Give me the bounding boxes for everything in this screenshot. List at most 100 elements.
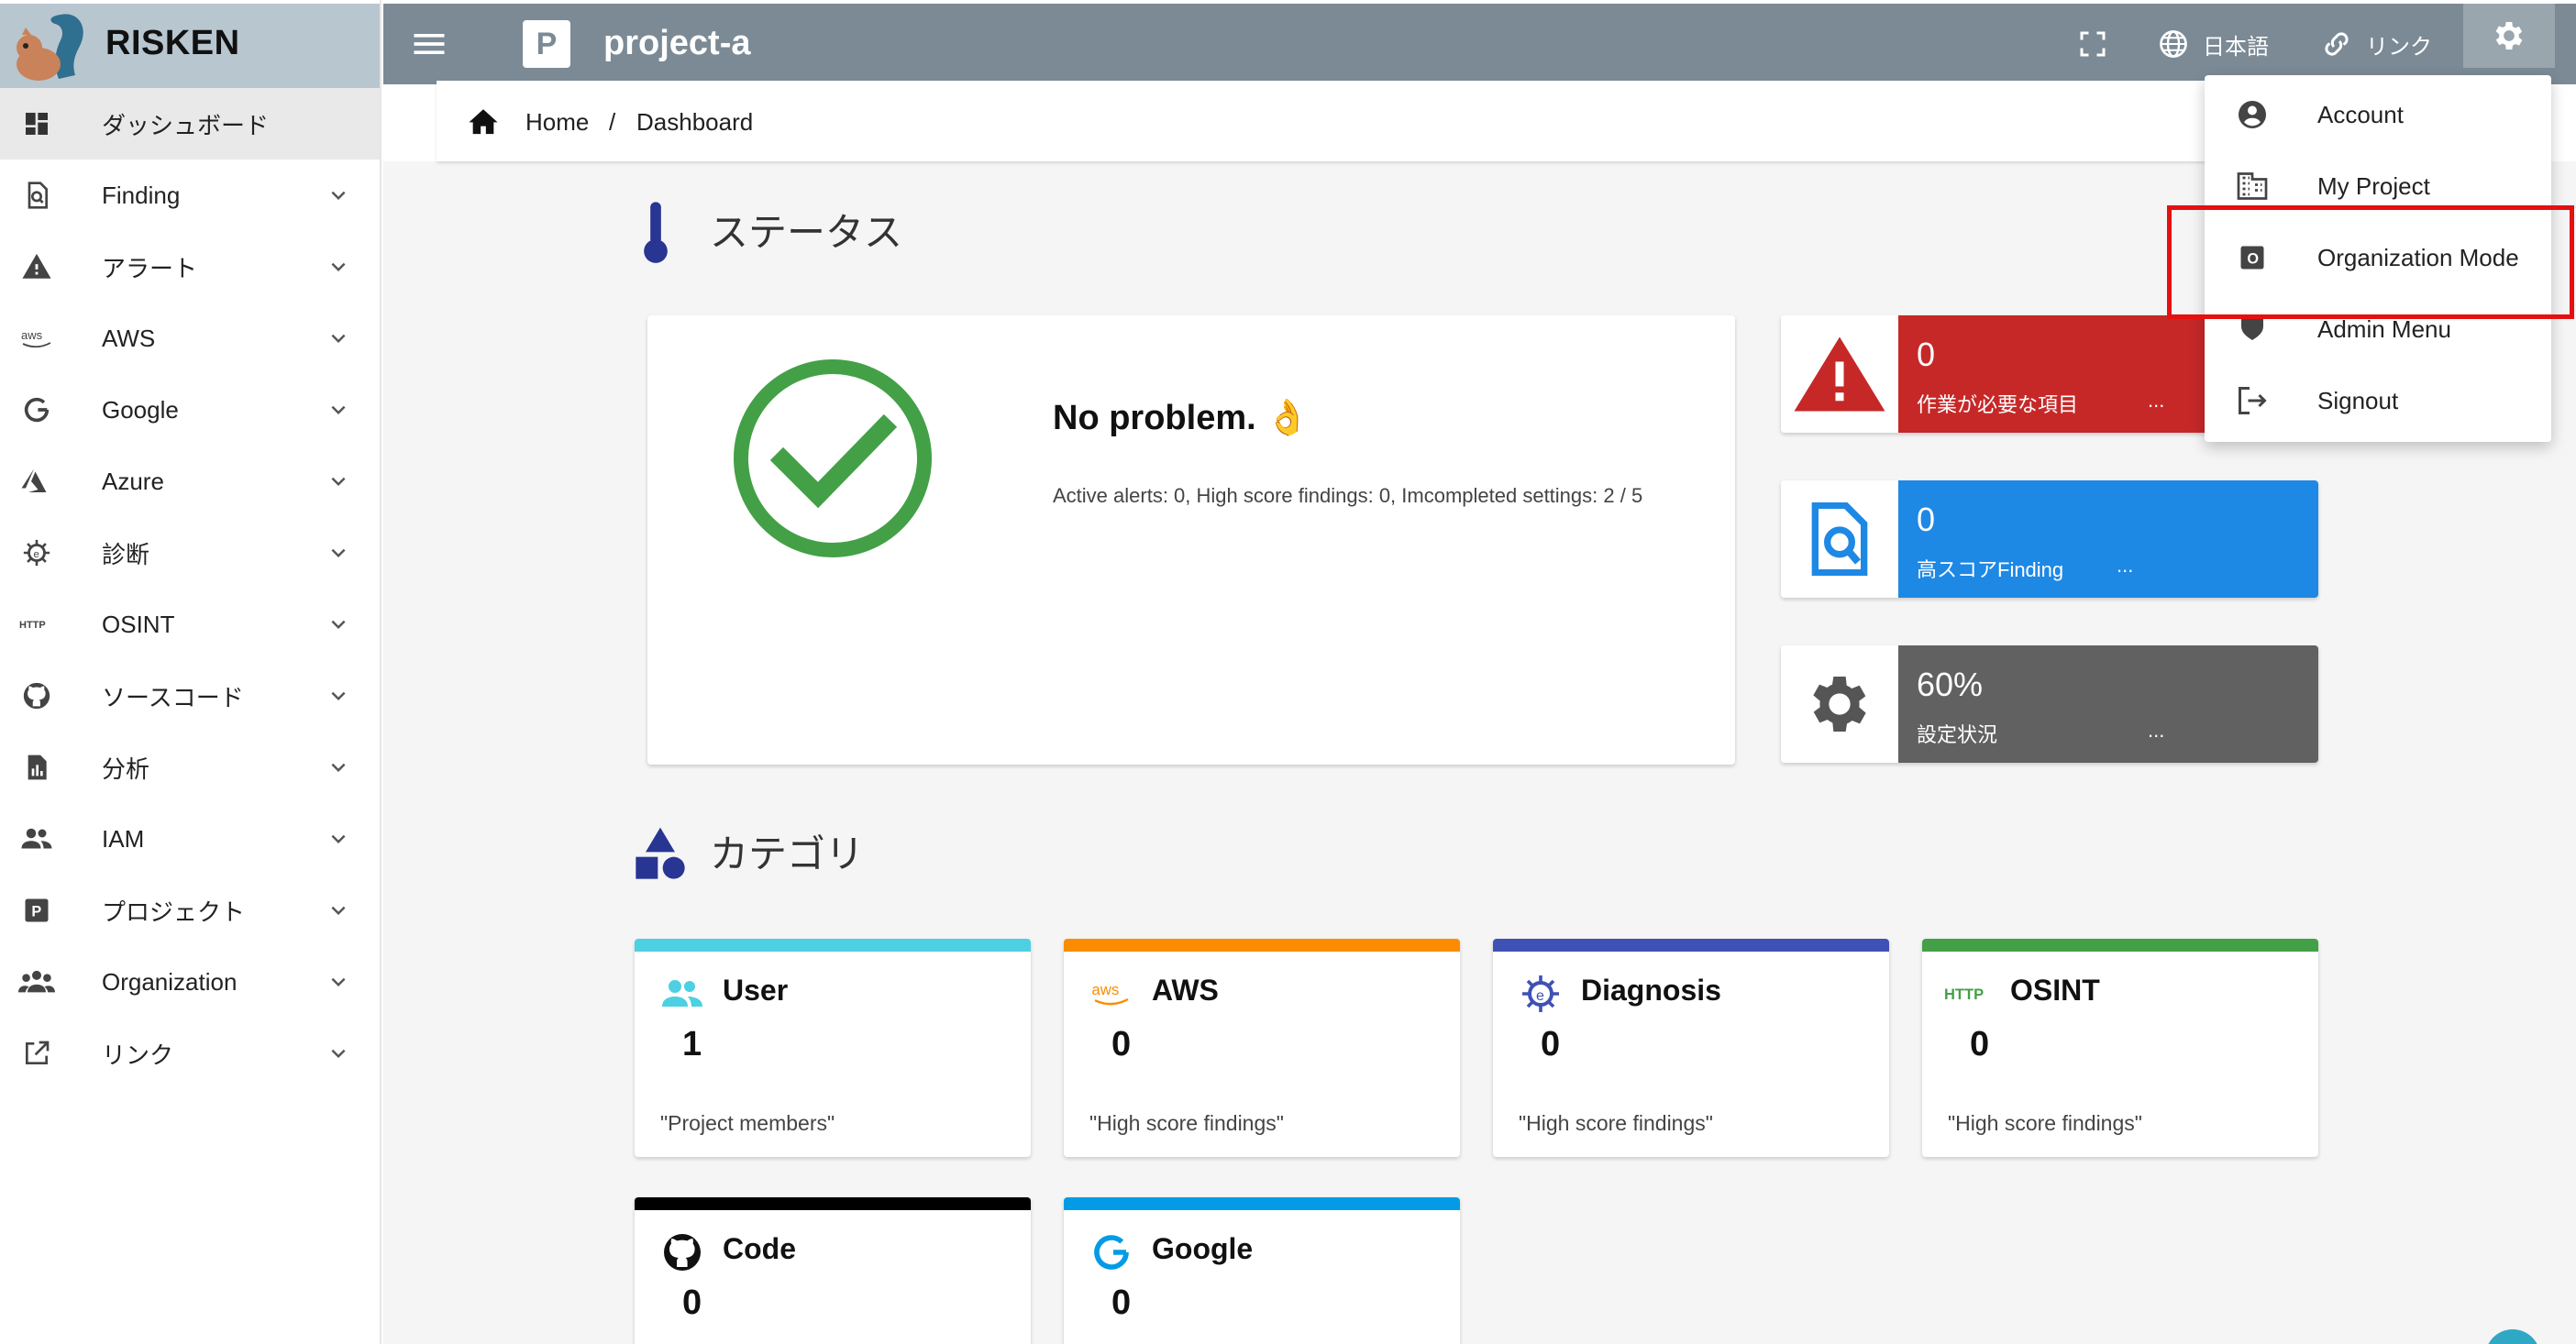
- sidebar-item-aws[interactable]: aws AWS: [0, 303, 380, 374]
- sidebar-item-diagnosis[interactable]: e 診断: [0, 517, 380, 589]
- chevron-down-icon: [331, 977, 346, 986]
- analysis-icon: [18, 749, 55, 786]
- sidebar-item-organization[interactable]: Organization: [0, 946, 380, 1018]
- svg-text:e: e: [1536, 988, 1544, 1004]
- svg-text:P: P: [31, 903, 41, 920]
- chevron-down-icon: [331, 477, 346, 486]
- category-description: "High score findings": [1519, 1111, 1713, 1135]
- sidebar-item-project[interactable]: P プロジェクト: [0, 875, 380, 946]
- category-card-diagnosis[interactable]: e Diagnosis 0 "High score findings": [1493, 939, 1889, 1157]
- google-icon: [1089, 1230, 1133, 1274]
- category-card-google[interactable]: Google 0: [1064, 1197, 1460, 1344]
- warning-triangle-icon: [1781, 315, 1898, 433]
- sidebar-item-google[interactable]: Google: [0, 374, 380, 446]
- home-icon[interactable]: [468, 106, 499, 136]
- menu-icon[interactable]: [409, 24, 449, 64]
- gear-icon: [1781, 645, 1898, 763]
- category-card-code[interactable]: Code 0: [635, 1197, 1031, 1344]
- link-menu-button[interactable]: リンク: [2320, 24, 2432, 64]
- status-summary: Active alerts: 0, High score findings: 0…: [1053, 484, 1643, 507]
- sidebar-item-label: 分析: [102, 755, 150, 783]
- diagnosis-icon: e: [18, 534, 55, 571]
- check-circle-icon: [734, 359, 932, 557]
- stat-card-settings[interactable]: 60% 設定状況 ...: [1781, 645, 2318, 763]
- aws-icon: aws: [1089, 972, 1133, 1016]
- chevron-down-icon: [331, 691, 346, 700]
- diagnosis-icon: e: [1519, 972, 1563, 1016]
- dashboard-icon: [18, 105, 55, 142]
- menu-item-account[interactable]: Account: [2205, 79, 2551, 150]
- sidebar-item-finding[interactable]: Finding: [0, 160, 380, 231]
- chevron-down-icon: [331, 405, 346, 414]
- building-icon: [2234, 168, 2271, 204]
- chevron-down-icon: [331, 834, 346, 843]
- fullscreen-button[interactable]: [2076, 24, 2109, 64]
- sidebar-item-dashboard[interactable]: ダッシュボード: [0, 88, 380, 160]
- stat-more: ...: [2117, 554, 2134, 577]
- category-shapes-icon: [636, 827, 685, 879]
- chevron-down-icon: [331, 906, 346, 915]
- status-section-title: ステータス: [710, 211, 903, 254]
- breadcrumb-current: Dashboard: [636, 108, 754, 136]
- stat-label: 高スコアFinding: [1917, 558, 2064, 581]
- chevron-down-icon: [331, 262, 346, 271]
- svg-text:HTTP: HTTP: [19, 620, 46, 631]
- sidebar-item-label: Google: [102, 395, 179, 424]
- category-value: 0: [1111, 1283, 1132, 1322]
- menu-item-label: Account: [2317, 100, 2404, 128]
- category-name: Diagnosis: [1581, 974, 1721, 1007]
- settings-button[interactable]: [2463, 4, 2555, 68]
- link-icon: [18, 1035, 55, 1072]
- stat-label: 設定状況: [1917, 723, 1998, 746]
- category-value: 0: [1970, 1025, 1990, 1063]
- thermometer-icon: [644, 202, 668, 263]
- language-button[interactable]: 日本語: [2157, 24, 2269, 64]
- project-name[interactable]: project-a: [603, 24, 750, 63]
- chevron-down-icon: [331, 1049, 346, 1058]
- category-description: "High score findings": [1089, 1111, 1284, 1135]
- menu-item-signout[interactable]: Signout: [2205, 365, 2551, 436]
- category-card-osint[interactable]: HTTP OSINT 0 "High score findings": [1922, 939, 2318, 1157]
- stat-label: 作業が必要な項目: [1917, 393, 2079, 416]
- chevron-down-icon: [331, 334, 346, 343]
- sidebar-item-alert[interactable]: アラート: [0, 231, 380, 303]
- category-value: 1: [682, 1025, 702, 1063]
- category-card-user[interactable]: User 1 "Project members": [635, 939, 1031, 1157]
- stat-more: ...: [2148, 719, 2165, 742]
- category-card-aws[interactable]: aws AWS 0 "High score findings": [1064, 939, 1460, 1157]
- sidebar-item-label: OSINT: [102, 610, 175, 638]
- menu-item-label: Signout: [2317, 386, 2399, 414]
- brand-header[interactable]: RISKEN: [0, 4, 380, 88]
- chevron-down-icon: [331, 620, 346, 629]
- stat-value: 0: [1917, 336, 1936, 373]
- stat-card-high-score-finding[interactable]: 0 高スコアFinding ...: [1781, 480, 2318, 598]
- link-chain-icon: [2325, 32, 2349, 56]
- organization-icon: [18, 964, 55, 1000]
- highlight-annotation: [2167, 205, 2574, 319]
- sidebar: RISKEN ダッシュボード Finding アラート aws AWS Goog…: [0, 0, 381, 1344]
- gear-icon: [2495, 22, 2523, 50]
- category-name: AWS: [1152, 974, 1219, 1007]
- sidebar-item-label: Finding: [102, 181, 181, 209]
- http-icon: HTTP: [1944, 972, 1999, 1016]
- top-app-bar: P project-a 日本語 リンク: [383, 4, 2576, 84]
- account-circle-icon: [2234, 96, 2271, 133]
- sidebar-item-analysis[interactable]: 分析: [0, 732, 380, 803]
- sidebar-item-source-code[interactable]: ソースコード: [0, 660, 380, 732]
- iam-icon: [18, 821, 55, 857]
- svg-text:aws: aws: [1091, 981, 1119, 998]
- menu-item-label: My Project: [2317, 171, 2430, 200]
- users-icon: [660, 972, 704, 1016]
- svg-text:aws: aws: [21, 328, 43, 342]
- sidebar-item-azure[interactable]: Azure: [0, 446, 380, 517]
- sidebar-item-label: アラート: [102, 254, 198, 282]
- finding-icon: [18, 177, 55, 214]
- sidebar-item-link[interactable]: リンク: [0, 1018, 380, 1089]
- sidebar-item-osint[interactable]: HTTP OSINT: [0, 589, 380, 660]
- category-description: "High score findings": [1948, 1111, 2142, 1135]
- sidebar-item-label: Organization: [102, 967, 238, 996]
- azure-icon: [18, 463, 55, 500]
- breadcrumb-home[interactable]: Home: [525, 108, 589, 137]
- sidebar-item-iam[interactable]: IAM: [0, 803, 380, 875]
- link-menu-label: リンク: [2366, 34, 2432, 60]
